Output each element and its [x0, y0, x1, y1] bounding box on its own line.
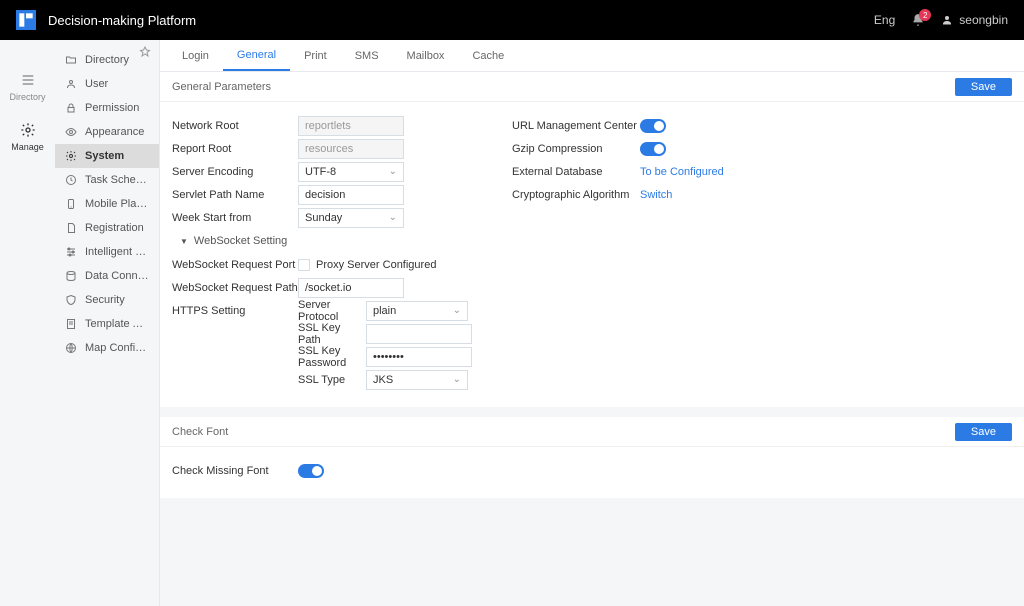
- sidebar-item-template-authenti[interactable]: Template Authenti...: [55, 312, 159, 336]
- rail-directory[interactable]: Directory: [0, 64, 55, 110]
- label-ssl-type: SSL Type: [298, 374, 366, 386]
- bell-icon[interactable]: 2: [911, 13, 925, 27]
- label-ws-port: WebSocket Request Port: [172, 259, 298, 271]
- sidebar-item-registration[interactable]: Registration: [55, 216, 159, 240]
- mobile-icon: [65, 198, 77, 210]
- file-icon: [65, 318, 77, 330]
- tab-cache[interactable]: Cache: [458, 40, 518, 71]
- sliders-icon: [65, 246, 77, 258]
- ssl-key-password-input[interactable]: [366, 347, 472, 367]
- tab-sms[interactable]: SMS: [341, 40, 393, 71]
- sidebar-item-intelligent-operation[interactable]: Intelligent Operatio...: [55, 240, 159, 264]
- chevron-down-icon: ⌄: [453, 374, 461, 385]
- user-icon: [65, 78, 77, 90]
- proxy-label: Proxy Server Configured: [316, 259, 436, 271]
- notification-badge: 2: [919, 9, 931, 21]
- topbar: Decision-making Platform Eng 2 seongbin: [0, 0, 1024, 40]
- label-ssl-key-path: SSL Key Path: [298, 322, 366, 346]
- user-name: seongbin: [959, 13, 1008, 27]
- tab-print[interactable]: Print: [290, 40, 341, 71]
- shield-icon: [65, 294, 77, 306]
- label-url-mgmt: URL Management Center: [512, 120, 640, 132]
- rail-label: Directory: [9, 92, 45, 102]
- ssl-type-select[interactable]: JKS⌄: [366, 370, 468, 390]
- protocol-select[interactable]: plain⌄: [366, 301, 468, 321]
- gear-icon: [20, 122, 36, 138]
- label-servlet-path: Servlet Path Name: [172, 189, 298, 201]
- label-network-root: Network Root: [172, 120, 298, 132]
- sidebar-item-user[interactable]: User: [55, 72, 159, 96]
- label-crypto: Cryptographic Algorithm: [512, 189, 640, 201]
- brand-logo: [16, 10, 36, 30]
- panel-check-font: Check Font Save Check Missing Font: [160, 417, 1024, 498]
- gzip-toggle[interactable]: [640, 142, 666, 156]
- chevron-down-icon: ⌄: [389, 166, 397, 177]
- lang-switch[interactable]: Eng: [874, 13, 895, 27]
- sidebar-item-task-schedule[interactable]: Task Schedule: [55, 168, 159, 192]
- label-ssl-key-password: SSL Key Password: [298, 345, 366, 369]
- database-icon: [65, 270, 77, 282]
- crypto-link[interactable]: Switch: [640, 189, 672, 201]
- server-encoding-select[interactable]: UTF-8⌄: [298, 162, 404, 182]
- save-button[interactable]: Save: [955, 423, 1012, 441]
- save-button[interactable]: Save: [955, 78, 1012, 96]
- sidebar-item-data-connection[interactable]: Data Connection: [55, 264, 159, 288]
- sidebar-item-mobile-platform[interactable]: Mobile Platform: [55, 192, 159, 216]
- tab-login[interactable]: Login: [168, 40, 223, 71]
- label-https: HTTPS Setting: [172, 305, 298, 317]
- panel-title: Check Font: [172, 426, 228, 438]
- sidebar: Directory User Permission Appearance Sys…: [55, 40, 160, 606]
- chevron-down-icon: ⌄: [389, 212, 397, 223]
- proxy-checkbox[interactable]: [298, 259, 310, 271]
- document-icon: [65, 222, 77, 234]
- sidebar-item-security[interactable]: Security: [55, 288, 159, 312]
- servlet-path-input[interactable]: [298, 185, 404, 205]
- panel-title: General Parameters: [172, 81, 271, 93]
- sidebar-item-permission[interactable]: Permission: [55, 96, 159, 120]
- label-server-protocol: Server Protocol: [298, 299, 366, 323]
- check-missing-font-toggle[interactable]: [298, 464, 324, 478]
- label-ws-path: WebSocket Request Path: [172, 282, 298, 294]
- eye-icon: [65, 126, 77, 138]
- folder-icon: [65, 54, 77, 66]
- lock-icon: [65, 102, 77, 114]
- panel-general-parameters: General Parameters Save Network Root Rep…: [160, 72, 1024, 407]
- network-root-input[interactable]: [298, 116, 404, 136]
- map-icon: [65, 342, 77, 354]
- tab-general[interactable]: General: [223, 40, 290, 71]
- main-content: Login General Print SMS Mailbox Cache Ge…: [160, 40, 1024, 606]
- sidebar-item-system[interactable]: System: [55, 144, 159, 168]
- url-mgmt-toggle[interactable]: [640, 119, 666, 133]
- label-report-root: Report Root: [172, 143, 298, 155]
- label-server-encoding: Server Encoding: [172, 166, 298, 178]
- caret-down-icon: ▼: [180, 237, 188, 246]
- week-start-select[interactable]: Sunday⌄: [298, 208, 404, 228]
- pin-icon[interactable]: [139, 46, 151, 61]
- sidebar-item-map-configuration[interactable]: Map Configuration: [55, 336, 159, 360]
- ssl-key-path-input[interactable]: [366, 324, 472, 344]
- tab-mailbox[interactable]: Mailbox: [393, 40, 459, 71]
- ext-db-link[interactable]: To be Configured: [640, 166, 724, 178]
- sidebar-item-appearance[interactable]: Appearance: [55, 120, 159, 144]
- list-icon: [20, 72, 36, 88]
- user-menu[interactable]: seongbin: [941, 13, 1008, 27]
- chevron-down-icon: ⌄: [453, 305, 461, 316]
- report-root-input[interactable]: [298, 139, 404, 159]
- clock-icon: [65, 174, 77, 186]
- brand-title: Decision-making Platform: [48, 13, 196, 28]
- left-rail: Directory Manage: [0, 40, 55, 606]
- label-gzip: Gzip Compression: [512, 143, 640, 155]
- tab-bar: Login General Print SMS Mailbox Cache: [160, 40, 1024, 72]
- rail-label: Manage: [11, 142, 44, 152]
- websocket-setting-toggle[interactable]: ▼WebSocket Setting: [172, 229, 472, 253]
- label-week-start: Week Start from: [172, 212, 298, 224]
- gear-icon: [65, 150, 77, 162]
- label-check-missing-font: Check Missing Font: [172, 465, 298, 477]
- label-ext-db: External Database: [512, 166, 640, 178]
- ws-path-input[interactable]: [298, 278, 404, 298]
- rail-manage[interactable]: Manage: [0, 114, 55, 160]
